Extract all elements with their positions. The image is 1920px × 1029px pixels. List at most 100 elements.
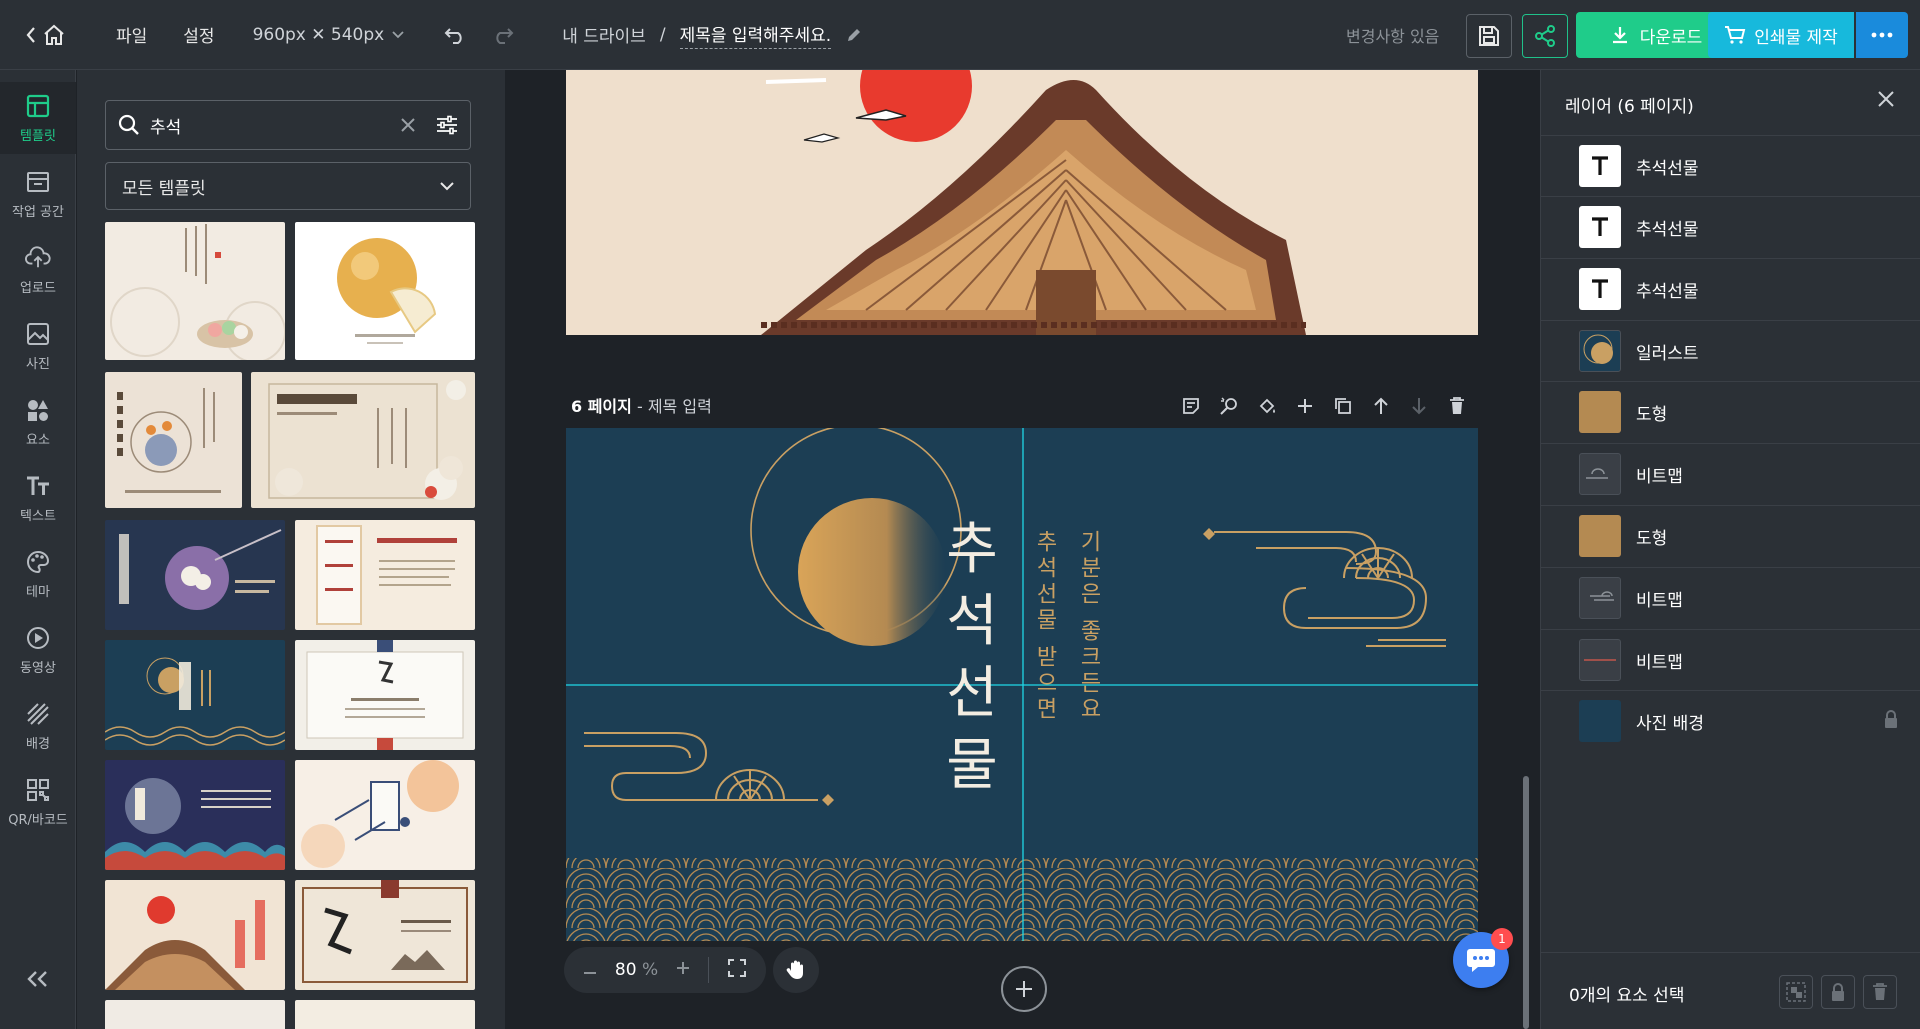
template-thumbnail[interactable] [105, 760, 285, 870]
save-button[interactable] [1466, 14, 1512, 58]
layer-item[interactable]: 일러스트 [1541, 320, 1920, 381]
template-thumbnail[interactable] [295, 1000, 475, 1029]
lock-icon [1885, 710, 1897, 728]
fit-screen-button[interactable] [727, 958, 747, 983]
redo-icon[interactable] [492, 26, 514, 44]
delete-selection-button[interactable] [1863, 975, 1897, 1009]
template-filter-select[interactable]: 모든 템플릿 [105, 162, 471, 210]
layer-item[interactable]: 도형 [1541, 381, 1920, 442]
layers-close-button[interactable] [1877, 90, 1895, 112]
layer-item[interactable]: 추석선물 [1541, 258, 1920, 319]
plus-icon [1016, 981, 1032, 997]
more-options-button[interactable] [1856, 12, 1908, 58]
page-add-button[interactable] [1294, 395, 1316, 417]
copy-icon [1335, 398, 1351, 414]
layer-item[interactable]: 사진 배경 [1541, 690, 1920, 751]
group-button[interactable] [1779, 975, 1813, 1009]
template-thumbnail[interactable] [295, 222, 475, 360]
slide-subtitle-col1[interactable]: 추석선물 받으면 [1032, 530, 1060, 723]
document-title[interactable]: 제목을 입력해주세요. [679, 21, 832, 49]
layer-item[interactable]: 비트맵 [1541, 443, 1920, 504]
zoom-in-button[interactable] [676, 960, 690, 980]
rail-item-background[interactable]: 배경 [0, 690, 76, 762]
page-move-down-button[interactable] [1408, 395, 1430, 417]
page-move-up-button[interactable] [1370, 395, 1392, 417]
rail-item-video[interactable]: 동영상 [0, 614, 76, 686]
zoom-value[interactable]: 80 [615, 960, 637, 980]
rail-item-workspace[interactable]: 작업 공간 [0, 158, 76, 230]
canvas-scrollbar[interactable] [1523, 776, 1529, 1029]
share-button[interactable] [1522, 14, 1568, 58]
slide-subtitle-col2[interactable]: 기분은 좋크든요 [1076, 530, 1104, 723]
canvas-size-dropdown[interactable]: 960px ✕ 540px [253, 25, 405, 45]
upload-icon [25, 245, 51, 267]
title-char: 선 [946, 661, 998, 726]
page-animation-button[interactable] [1218, 395, 1240, 417]
search-input[interactable] [150, 115, 390, 135]
template-preview-image [302, 880, 468, 983]
layer-item[interactable]: 추석선물 [1541, 196, 1920, 257]
layer-thumb-shape [1579, 391, 1621, 433]
collapse-panel-button[interactable] [26, 970, 50, 992]
layer-item[interactable]: 도형 [1541, 505, 1920, 566]
rail-item-template[interactable]: 템플릿 [0, 82, 76, 154]
layer-label: 도형 [1636, 528, 1668, 549]
layer-thumb-photo [1579, 700, 1621, 742]
breadcrumb-my-drive[interactable]: 내 드라이브 [562, 22, 646, 47]
layers-title: 레이어 (6 페이지) [1565, 97, 1694, 117]
layer-item[interactable]: 추석선물 [1541, 135, 1920, 196]
moon-illustration-icon [1583, 334, 1613, 364]
template-preview-image [119, 529, 282, 610]
page-delete-button[interactable] [1446, 395, 1468, 417]
rail-item-photo[interactable]: 사진 [0, 310, 76, 382]
page-5-slide[interactable] [566, 70, 1478, 335]
layer-thumb-shape [1579, 515, 1621, 557]
zoom-unit: % [641, 960, 659, 980]
template-thumbnail[interactable] [105, 640, 285, 750]
template-thumbnail[interactable] [295, 760, 475, 870]
undo-icon[interactable] [444, 26, 466, 44]
rail-label: 템플릿 [20, 128, 56, 144]
chat-support-button[interactable]: 1 [1453, 928, 1513, 988]
template-thumbnail[interactable] [251, 372, 475, 508]
filter-sliders-icon[interactable] [436, 115, 458, 135]
template-thumbnail[interactable] [105, 880, 285, 990]
page-memo-button[interactable] [1180, 395, 1202, 417]
pan-tool-button[interactable] [773, 947, 819, 993]
layer-item[interactable]: 비트맵 [1541, 567, 1920, 628]
layers-footer: 0개의 요소 선택 [1541, 952, 1920, 1029]
rail-item-text[interactable]: 텍스트 [0, 462, 76, 534]
rail-item-upload[interactable]: 업로드 [0, 234, 76, 306]
page-duplicate-button[interactable] [1332, 395, 1354, 417]
template-thumbnail[interactable] [295, 640, 475, 750]
rail-item-qr[interactable]: QR/바코드 [0, 766, 76, 838]
menu-settings[interactable]: 설정 [183, 22, 214, 47]
add-page-button[interactable] [1001, 966, 1047, 1012]
template-thumbnail[interactable] [105, 222, 285, 360]
line-bitmap-icon [1584, 659, 1616, 661]
menu-file[interactable]: 파일 [116, 22, 147, 47]
template-thumbnail[interactable] [105, 1000, 285, 1029]
template-thumbnail[interactable] [105, 520, 285, 630]
pencil-icon[interactable] [845, 26, 863, 44]
fullscreen-icon [727, 958, 746, 977]
home-button[interactable] [26, 24, 78, 46]
slide-main-title[interactable]: 추 석 선 물 [942, 514, 1002, 802]
print-order-button[interactable]: 인쇄물 제작 [1708, 12, 1854, 58]
trash-icon [1873, 983, 1887, 1000]
template-thumbnail[interactable] [295, 520, 475, 630]
page-title[interactable]: - 제목 입력 [632, 397, 712, 416]
chat-bubble-icon [1467, 949, 1495, 972]
layer-lock-button[interactable] [1883, 709, 1899, 733]
layer-item[interactable]: 비트맵 [1541, 629, 1920, 690]
rail-item-theme[interactable]: 테마 [0, 538, 76, 610]
lock-selection-button[interactable] [1821, 975, 1855, 1009]
zoom-out-button[interactable] [583, 960, 597, 980]
template-thumbnail[interactable] [105, 372, 242, 508]
clear-icon[interactable] [400, 117, 416, 133]
canvas-size-label: 960px ✕ 540px [252, 24, 385, 45]
template-thumbnail[interactable] [295, 880, 475, 990]
page-fill-button[interactable] [1256, 395, 1278, 417]
page-6-slide[interactable]: 추 석 선 물 추석선물 받으면 기분은 좋크든요 [566, 428, 1478, 941]
rail-item-elements[interactable]: 요소 [0, 386, 76, 458]
